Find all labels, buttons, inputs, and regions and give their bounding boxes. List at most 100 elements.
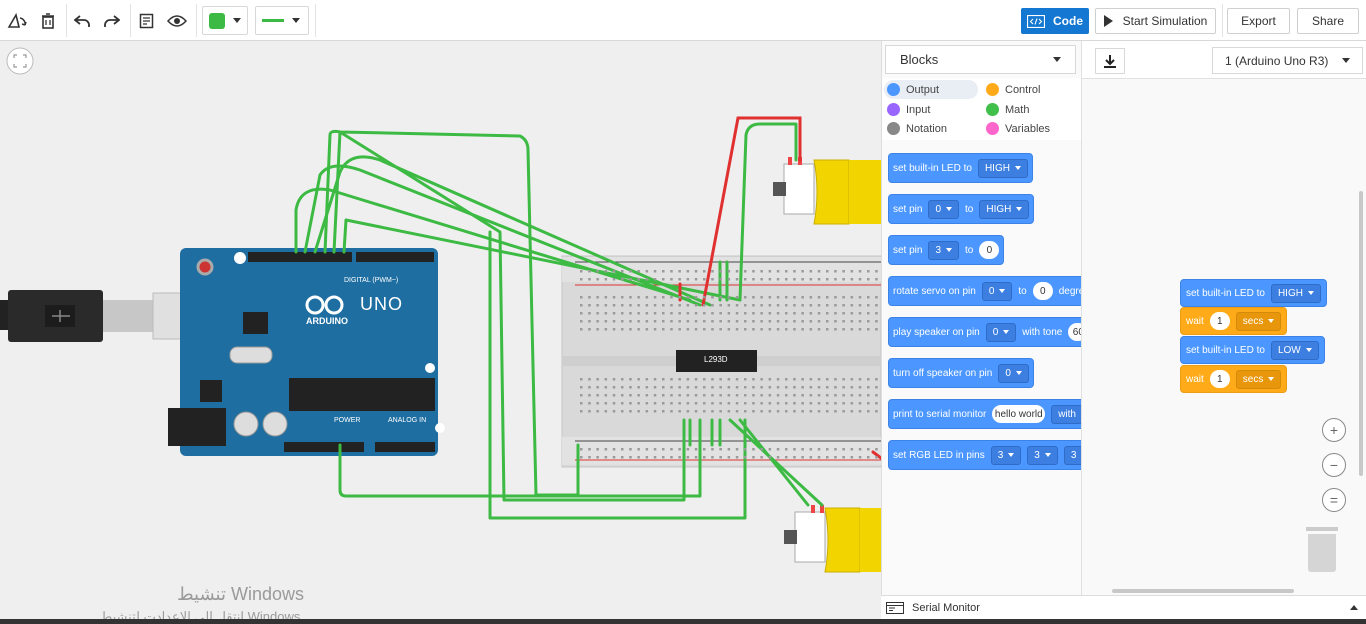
block-dropdown[interactable]: 3: [1063, 445, 1081, 465]
block-set-builtin-led[interactable]: set built-in LED to HIGH: [888, 153, 1033, 183]
block-dropdown-value: 3: [935, 244, 942, 256]
block-dropdown[interactable]: 3: [1027, 445, 1058, 465]
block-set-pin-analog[interactable]: set pin 3 to 0: [888, 235, 1005, 265]
block-print-serial[interactable]: print to serial monitor hello world with: [888, 399, 1081, 429]
redo-icon[interactable]: [100, 4, 124, 37]
block-dropdown-value: HIGH: [1277, 287, 1303, 299]
block-text: wait: [1186, 373, 1204, 385]
block-rotate-servo[interactable]: rotate servo on pin 0 to 0 degre: [888, 276, 1081, 306]
power-label: POWER: [334, 417, 361, 424]
block-text: with tone: [1022, 326, 1063, 338]
block-set-rgb-led[interactable]: set RGB LED in pins 3 3 3: [888, 440, 1081, 470]
block-dropdown[interactable]: 3: [990, 445, 1022, 465]
window-bottom-edge: [0, 619, 1366, 624]
blocks-mode-select[interactable]: Blocks: [885, 45, 1076, 74]
program-block-set-led-high[interactable]: set built-in LED to HIGH: [1180, 279, 1327, 307]
block-dropdown-value: secs: [1242, 373, 1264, 385]
block-dropdown[interactable]: with: [1051, 404, 1081, 424]
block-dropdown[interactable]: 0: [928, 199, 960, 219]
code-button[interactable]: Code: [1021, 8, 1089, 34]
block-dropdown[interactable]: HIGH: [1270, 283, 1321, 303]
block-dropdown[interactable]: secs: [1235, 311, 1282, 331]
circuit-canvas[interactable]: UNO ARDUINO DIGITAL (PWM~) POWER ANALOG …: [0, 41, 881, 624]
zoom-out-icon[interactable]: −: [1322, 453, 1346, 477]
program-block-wait[interactable]: wait 1 secs: [1180, 365, 1288, 393]
block-dropdown[interactable]: 0: [985, 322, 1017, 342]
block-dropdown[interactable]: 3: [928, 240, 960, 260]
block-text-input[interactable]: hello world: [992, 405, 1046, 423]
fit-view-icon[interactable]: [6, 47, 34, 75]
block-dropdown[interactable]: HIGH: [979, 199, 1030, 219]
windows-activation-watermark: تنشيط Windows انتقل إلى الإعدادت لتنشيط …: [100, 584, 304, 624]
block-dropdown[interactable]: LOW: [1270, 340, 1319, 360]
play-icon: [1103, 15, 1113, 27]
block-dropdown[interactable]: HIGH: [977, 158, 1028, 178]
category-control[interactable]: Control: [983, 80, 1040, 99]
start-simulation-button[interactable]: Start Simulation: [1095, 8, 1216, 34]
horizontal-scrollbar[interactable]: [1112, 589, 1294, 593]
block-number-input[interactable]: 1: [1209, 370, 1230, 388]
category-notation[interactable]: Notation: [884, 119, 947, 138]
block-set-pin-digital[interactable]: set pin 0 to HIGH: [888, 194, 1035, 224]
block-dropdown-value: HIGH: [984, 162, 1010, 174]
dc-motor[interactable]: [784, 505, 881, 573]
chevron-down-icon: [1307, 291, 1314, 295]
expand-up-icon[interactable]: [1350, 605, 1358, 610]
arduino-brand-label: ARDUINO: [306, 316, 348, 326]
category-output-label: Output: [906, 83, 940, 96]
code-icon: [1027, 14, 1045, 28]
start-simulation-label: Start Simulation: [1122, 14, 1208, 28]
category-input[interactable]: Input: [884, 100, 930, 119]
trash-icon[interactable]: [36, 4, 60, 37]
block-dropdown[interactable]: 0: [981, 281, 1013, 301]
program-block-set-led-low[interactable]: set built-in LED to LOW: [1180, 336, 1325, 364]
block-dropdown-value: LOW: [1277, 344, 1301, 356]
device-select[interactable]: 1 (Arduino Uno R3): [1212, 47, 1363, 74]
rotate-icon[interactable]: [4, 4, 30, 37]
fill-color-dropdown[interactable]: [202, 6, 248, 35]
download-code-button[interactable]: [1095, 48, 1125, 74]
notes-icon[interactable]: [134, 4, 158, 37]
export-button[interactable]: Export: [1227, 8, 1290, 34]
block-categories: Output Control Input Math Notation Varia…: [882, 78, 1081, 140]
fill-color-swatch: [209, 12, 225, 29]
toolbar-separator: [1222, 4, 1223, 37]
arduino-uno-board[interactable]: [168, 248, 445, 456]
chevron-down-icon: [1305, 348, 1312, 352]
block-text: to: [1018, 285, 1027, 297]
block-play-speaker[interactable]: play speaker on pin 0 with tone 60: [888, 317, 1081, 347]
category-variables[interactable]: Variables: [983, 119, 1050, 138]
block-dropdown-value: 3: [1070, 449, 1077, 461]
vertical-scrollbar[interactable]: [1359, 191, 1363, 476]
zoom-in-icon[interactable]: +: [1322, 418, 1346, 442]
share-label: Share: [1311, 14, 1345, 28]
block-dropdown-value: 0: [988, 285, 995, 297]
block-number-input[interactable]: 0: [979, 241, 1000, 259]
block-number-input[interactable]: 0: [1032, 282, 1053, 300]
code-header: 1 (Arduino Uno R3): [1082, 41, 1366, 79]
eye-icon[interactable]: [164, 4, 190, 37]
code-workspace[interactable]: 1 (Arduino Uno R3) set built-in LED to H…: [1081, 41, 1366, 595]
block-text: turn off speaker on pin: [893, 367, 993, 379]
serial-monitor-bar[interactable]: Serial Monitor: [881, 595, 1366, 619]
block-number-input[interactable]: 1: [1209, 312, 1230, 330]
zoom-reset-icon[interactable]: =: [1322, 488, 1346, 512]
category-output[interactable]: Output: [884, 80, 978, 99]
block-turn-off-speaker[interactable]: turn off speaker on pin 0: [888, 358, 1034, 388]
chevron-down-icon: [292, 18, 300, 23]
dc-motor[interactable]: [773, 157, 881, 225]
line-style-dropdown[interactable]: [255, 6, 309, 35]
trash-can-icon[interactable]: [1306, 527, 1338, 572]
category-math[interactable]: Math: [983, 100, 1029, 119]
block-dropdown[interactable]: secs: [1235, 369, 1282, 389]
category-notation-dot: [887, 122, 900, 135]
block-number-input[interactable]: 60: [1068, 323, 1081, 341]
block-text: set built-in LED to: [893, 162, 972, 174]
share-button[interactable]: Share: [1297, 8, 1359, 34]
program-block-wait[interactable]: wait 1 secs: [1180, 307, 1288, 335]
block-dropdown-value: secs: [1242, 315, 1264, 327]
undo-icon[interactable]: [70, 4, 94, 37]
block-dropdown-value: with: [1058, 408, 1076, 420]
block-text: set pin: [893, 203, 923, 215]
block-dropdown[interactable]: 0: [998, 363, 1029, 383]
